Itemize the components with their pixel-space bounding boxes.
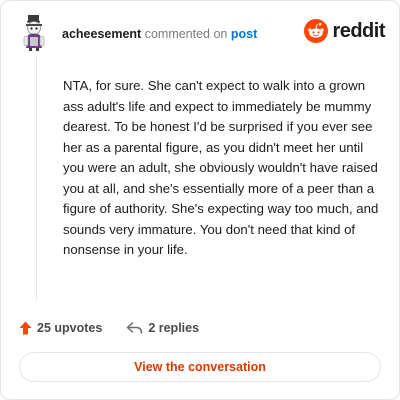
reddit-wordmark: reddit (332, 19, 385, 42)
comment-meta: acheesement commented on post (62, 27, 257, 41)
user-avatar[interactable] (19, 15, 55, 51)
reddit-logo-icon (304, 19, 329, 43)
author-username[interactable]: acheesement (62, 27, 141, 41)
comment-footer: 25 upvotes 2 replies (19, 319, 199, 337)
thread-line (36, 57, 37, 300)
reply-stat[interactable]: 2 replies (126, 321, 199, 335)
comment-header: acheesement commented on post reddit (19, 15, 385, 55)
snoo-avatar-icon (23, 15, 45, 51)
post-link[interactable]: post (231, 27, 257, 41)
reply-count: 2 replies (148, 321, 200, 335)
reply-arrow-icon (127, 322, 143, 334)
comment-body: NTA, for sure. She can't expect to walk … (63, 78, 379, 257)
comment-card: acheesement commented on post reddit NTA… (0, 0, 400, 400)
upvote-arrow-icon (19, 321, 32, 335)
upvote-count: 25 upvotes (37, 321, 103, 335)
action-text: commented on (144, 27, 228, 41)
view-conversation-button[interactable]: View the conversation (19, 352, 381, 382)
upvote-stat[interactable]: 25 upvotes (19, 321, 102, 335)
reddit-brand[interactable]: reddit (304, 19, 385, 43)
